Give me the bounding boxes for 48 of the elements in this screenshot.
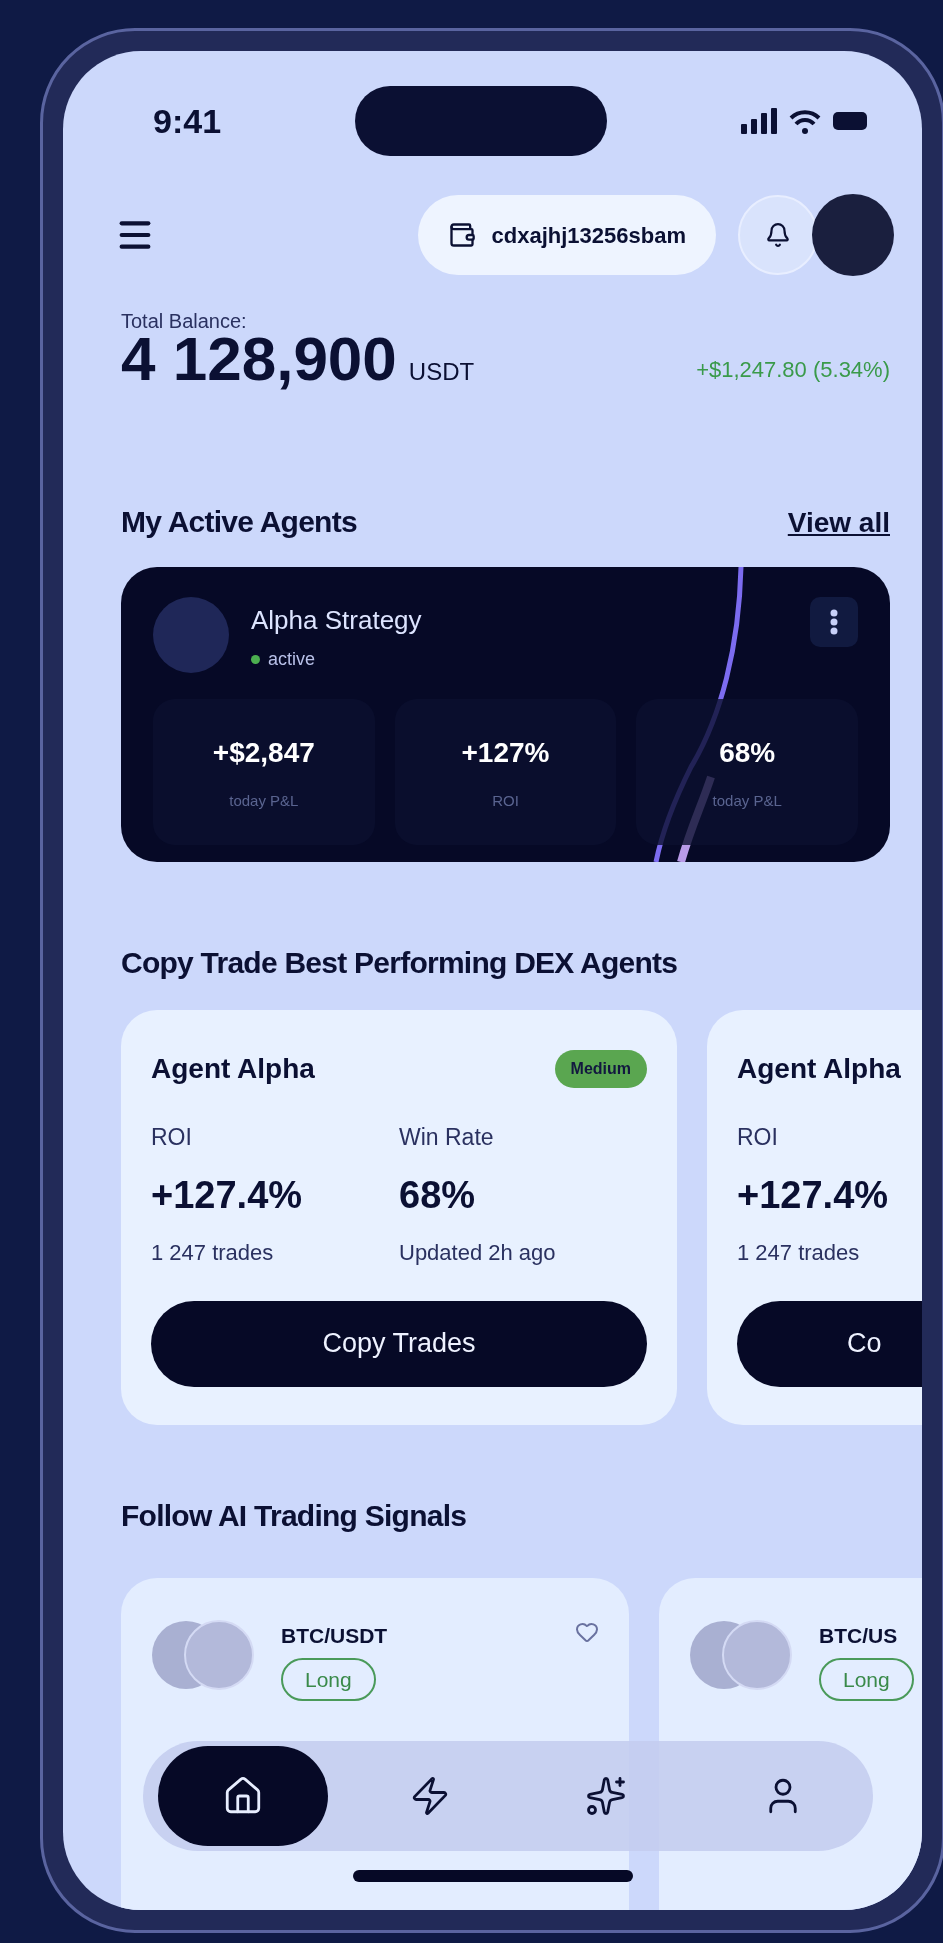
stat-label: today P&L	[712, 790, 782, 811]
pair-name: BTC/USDT	[281, 1623, 388, 1649]
wallet-address-button[interactable]: cdxajhj13256sbam	[417, 195, 716, 275]
agent-title: Agent Alpha	[737, 1052, 901, 1086]
trades-count: 1 247 trades	[737, 1238, 861, 1267]
stat-label: ROI	[492, 790, 519, 811]
metric-value: +127.4%	[151, 1172, 304, 1218]
coin-pair-icon	[689, 1620, 793, 1690]
signal-icon	[741, 108, 777, 134]
stat-value: +$2,847	[212, 735, 315, 770]
metric-value: +127.4%	[737, 1172, 890, 1218]
copy-trades-button[interactable]: Copy Trades	[151, 1300, 647, 1387]
direction-badge: Long	[281, 1657, 376, 1701]
stat-label: today P&L	[229, 790, 299, 811]
stat-value: 68%	[719, 735, 776, 770]
home-tab[interactable]	[158, 1746, 328, 1846]
metric-label: Win Rate	[399, 1123, 495, 1152]
agent-status: active	[268, 648, 316, 671]
direction-badge: Long	[819, 1657, 914, 1701]
stat-value: +127%	[461, 735, 550, 770]
view-all-link[interactable]: View all	[787, 502, 890, 544]
bell-icon	[765, 222, 791, 248]
wallet-address: cdxajhj13256sbam	[491, 221, 686, 250]
coin-pair-icon	[151, 1620, 255, 1690]
favorite-icon[interactable]	[575, 1620, 599, 1644]
section-title: My Active Agents	[121, 504, 357, 540]
sparkle-icon	[585, 1775, 628, 1817]
agent-name: Alpha Strategy	[251, 604, 422, 637]
balance-change: +$1,247.80 (5.34%)	[696, 356, 890, 384]
more-icon	[830, 609, 838, 635]
wifi-icon	[789, 108, 821, 134]
balance-currency: USDT	[408, 357, 475, 387]
battery-icon	[833, 112, 867, 130]
trades-count: 1 247 trades	[151, 1238, 275, 1267]
pair-name: BTC/US	[819, 1623, 898, 1649]
metric-label: ROI	[151, 1123, 193, 1152]
risk-badge: Medium	[554, 1050, 647, 1088]
updated-time: Updated 2h ago	[399, 1238, 557, 1267]
agent-title: Agent Alpha	[151, 1052, 315, 1086]
wallet-icon	[447, 221, 476, 249]
section-title: Copy Trade Best Performing DEX Agents	[121, 945, 679, 981]
section-title: Follow AI Trading Signals	[120, 1498, 468, 1534]
metric-label: ROI	[737, 1123, 779, 1152]
more-button[interactable]	[810, 597, 858, 647]
metric-value: 68%	[399, 1172, 477, 1218]
agent-card[interactable]: Alpha Strategy active +$2,847 today P&L +127% ROI 68% today P&L	[121, 567, 890, 862]
copy-trades-button[interactable]: Co	[737, 1300, 922, 1387]
status-time: 9:41	[153, 100, 222, 142]
